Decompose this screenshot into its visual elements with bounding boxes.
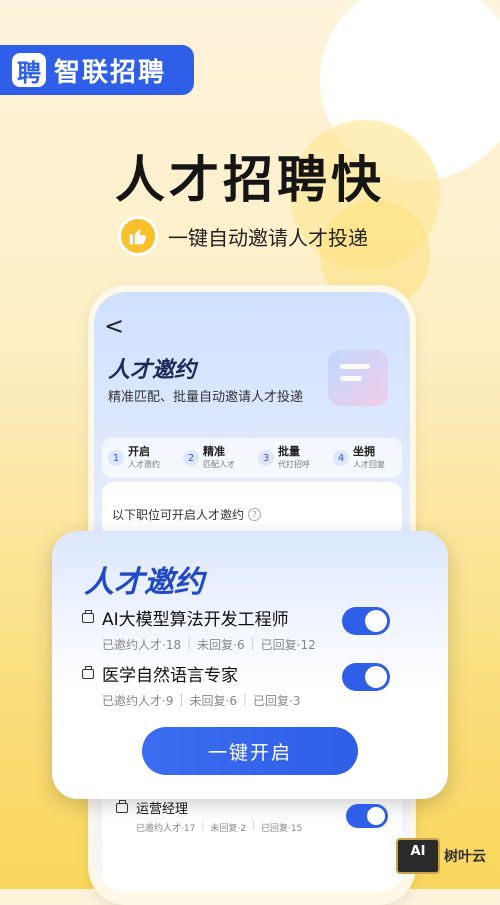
step-subtitle: 匹配人才 bbox=[203, 460, 235, 469]
job-invited: 已邀约人才·9 bbox=[102, 694, 174, 708]
hero-headline: 人才招聘快 bbox=[115, 151, 385, 209]
step-number: 4 bbox=[333, 450, 349, 466]
page-title: 人才邀约 bbox=[108, 358, 197, 383]
hero-subline: 一键自动邀请人才投递 bbox=[118, 214, 390, 258]
job-title: 医学自然语言专家 bbox=[102, 666, 238, 686]
watermark-logo-icon: AI bbox=[396, 838, 440, 874]
job-toggle[interactable] bbox=[346, 804, 388, 828]
step-subtitle: 人才邀约 bbox=[128, 460, 160, 469]
briefcase-icon bbox=[82, 665, 94, 679]
step-number: 3 bbox=[258, 450, 274, 466]
brand-name: 智联招聘 bbox=[54, 57, 167, 88]
step-item: 4 坐拥人才回复 bbox=[333, 445, 402, 471]
job-toggle[interactable] bbox=[342, 663, 390, 691]
envelope-illustration-icon bbox=[328, 350, 388, 406]
step-number: 1 bbox=[108, 450, 124, 466]
step-item: 3 批量代打招呼 bbox=[258, 445, 327, 471]
step-title: 批量 bbox=[278, 445, 300, 458]
brand-logo: 聘 智联招聘 bbox=[0, 45, 194, 95]
hero-subline-text: 一键自动邀请人才投递 bbox=[168, 225, 368, 250]
job-invited: 已邀约人才·17 bbox=[136, 824, 196, 834]
step-subtitle: 代打招呼 bbox=[278, 460, 310, 469]
step-item: 2 精准匹配人才 bbox=[183, 445, 252, 471]
brand-logo-icon: 聘 bbox=[12, 53, 46, 87]
step-number: 2 bbox=[183, 450, 199, 466]
job-unreplied: 未回复·2 bbox=[210, 824, 246, 834]
step-item: 1 开启人才邀约 bbox=[108, 445, 177, 471]
job-item: 医学自然语言专家 已邀约人才·9 | 未回复·6 | 已回复·3 bbox=[82, 661, 300, 709]
invite-card-title: 人才邀约 bbox=[84, 565, 204, 600]
step-title: 开启 bbox=[128, 445, 150, 458]
job-invited: 已邀约人才·18 bbox=[102, 638, 182, 652]
step-subtitle: 人才回复 bbox=[353, 460, 385, 469]
job-title: AI大模型算法开发工程师 bbox=[102, 610, 289, 630]
briefcase-icon bbox=[116, 799, 128, 813]
job-item: 运营经理 已邀约人才·17 | 未回复·2 | 已回复·15 bbox=[116, 798, 302, 834]
steps-bar: 1 开启人才邀约 2 精准匹配人才 3 批量代打招呼 4 坐拥人才回复 bbox=[102, 438, 402, 478]
step-title: 精准 bbox=[203, 445, 225, 458]
job-stats: 已邀约人才·18 | 未回复·6 | 已回复·12 bbox=[102, 636, 316, 652]
job-title: 运营经理 bbox=[136, 802, 189, 817]
job-list-header-text: 以下职位可开启人才邀约 bbox=[112, 508, 245, 522]
job-stats: 已邀约人才·17 | 未回复·2 | 已回复·15 bbox=[136, 821, 303, 834]
page-description: 精准匹配、批量自动邀请人才投递 bbox=[108, 390, 304, 405]
job-unreplied: 未回复·6 bbox=[189, 694, 237, 708]
briefcase-icon bbox=[82, 609, 94, 623]
job-replied: 已回复·3 bbox=[253, 694, 301, 708]
step-title: 坐拥 bbox=[353, 445, 375, 458]
job-replied: 已回复·15 bbox=[261, 824, 303, 834]
job-unreplied: 未回复·6 bbox=[197, 638, 245, 652]
job-item: AI大模型算法开发工程师 已邀约人才·18 | 未回复·6 | 已回复·12 bbox=[82, 605, 316, 653]
one-click-enable-button[interactable]: 一键开启 bbox=[142, 727, 358, 775]
job-replied: 已回复·12 bbox=[260, 638, 316, 652]
thumbs-up-icon bbox=[118, 216, 158, 256]
job-toggle[interactable] bbox=[342, 607, 390, 635]
invite-card: 人才邀约 AI大模型算法开发工程师 已邀约人才·18 | 未回复·6 | 已回复·1… bbox=[52, 531, 448, 799]
help-icon[interactable]: ? bbox=[248, 508, 262, 521]
watermark: AI 树叶云 bbox=[396, 838, 486, 874]
job-list-header: 以下职位可开启人才邀约 ? bbox=[112, 506, 262, 523]
watermark-text: 树叶云 bbox=[444, 849, 486, 865]
job-stats: 已邀约人才·9 | 未回复·6 | 已回复·3 bbox=[102, 692, 301, 708]
chevron-left-icon[interactable]: < bbox=[104, 312, 124, 340]
